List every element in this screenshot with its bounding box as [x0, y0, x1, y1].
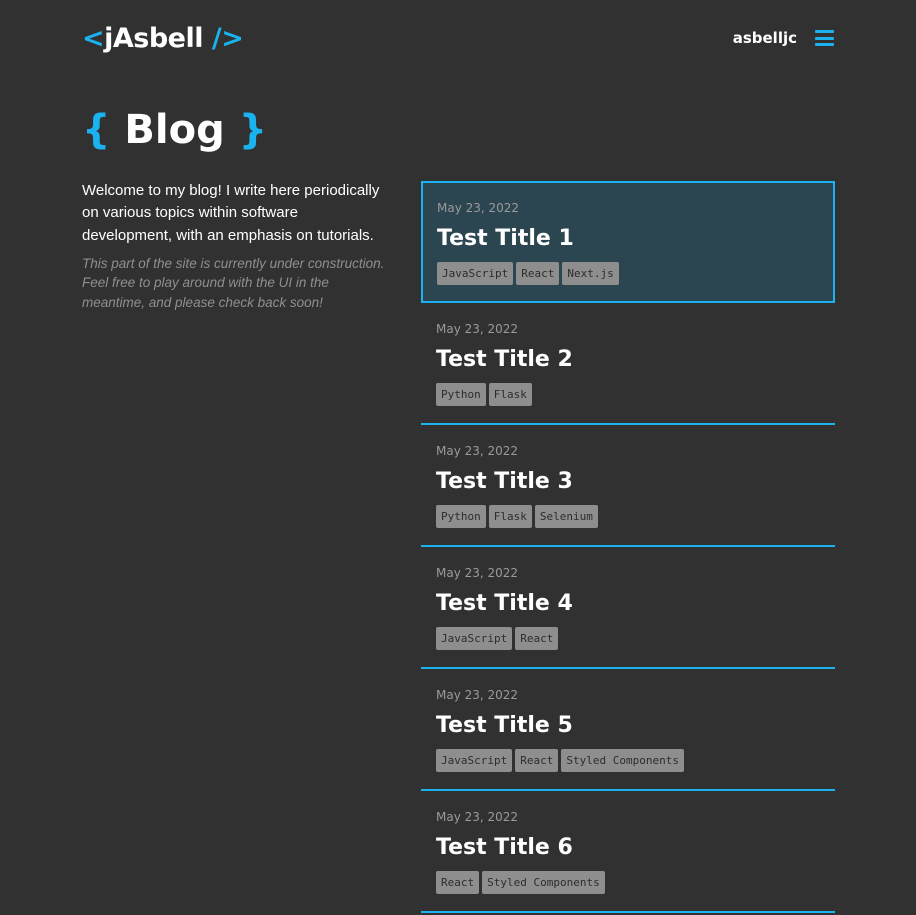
post-card[interactable]: May 23, 2022 Test Title 5 JavaScript React S…	[421, 669, 835, 791]
site-header: <jAsbell /> asbelljc	[82, 20, 834, 56]
post-title[interactable]: Test Title 5	[436, 712, 820, 740]
blog-intro: Welcome to my blog! I write here periodi…	[82, 180, 392, 312]
post-tags: JavaScript React Next.js	[437, 262, 819, 285]
header-right: asbelljc	[733, 29, 834, 47]
post-card[interactable]: May 23, 2022 Test Title 1 JavaScript React N…	[421, 181, 835, 303]
post-date: May 23, 2022	[437, 201, 520, 215]
post-card[interactable]: May 23, 2022 Test Title 2 Python Flask	[421, 303, 835, 425]
tag-badge[interactable]: JavaScript	[437, 262, 514, 285]
page-title: { Blog }	[82, 104, 267, 156]
post-list: May 23, 2022 Test Title 1 JavaScript React N…	[421, 181, 835, 913]
post-date: May 23, 2022	[436, 688, 519, 702]
post-tags: JavaScript React	[436, 627, 820, 650]
post-card[interactable]: May 23, 2022 Test Title 6 React Styled Comp…	[421, 791, 835, 913]
post-tags: Python Flask Selenium	[436, 505, 820, 528]
tag-badge[interactable]: Python	[436, 505, 486, 528]
tag-badge[interactable]: Styled Components	[482, 871, 605, 894]
tag-badge[interactable]: Flask	[488, 383, 532, 406]
construction-note: This part of the site is currently under…	[82, 255, 385, 310]
post-tags: Python Flask	[436, 383, 820, 406]
tag-badge[interactable]: React	[515, 627, 559, 650]
tag-badge[interactable]: Next.js	[562, 262, 619, 285]
hamburger-menu-icon[interactable]	[815, 30, 834, 46]
logo-open-bracket: <	[82, 22, 105, 54]
title-brace-open: {	[82, 107, 111, 153]
tag-badge[interactable]: React	[515, 749, 559, 772]
post-title[interactable]: Test Title 2	[436, 346, 820, 374]
site-logo[interactable]: <jAsbell />	[82, 22, 244, 54]
logo-close-tag: />	[211, 22, 244, 54]
post-card[interactable]: May 23, 2022 Test Title 3 Python Flask Selen…	[421, 425, 835, 547]
post-card[interactable]: May 23, 2022 Test Title 4 JavaScript React	[421, 547, 835, 669]
tag-badge[interactable]: React	[436, 871, 480, 894]
tag-badge[interactable]: Selenium	[534, 505, 598, 528]
tag-badge[interactable]: JavaScript	[436, 749, 513, 772]
post-tags: React Styled Components	[436, 871, 820, 894]
tag-badge[interactable]: Python	[436, 383, 486, 406]
post-date: May 23, 2022	[436, 810, 519, 824]
post-date: May 23, 2022	[436, 322, 519, 336]
post-tags: JavaScript React Styled Components	[436, 749, 820, 772]
tag-badge[interactable]: React	[516, 262, 560, 285]
post-title[interactable]: Test Title 4	[436, 590, 820, 618]
tag-badge[interactable]: Styled Components	[561, 749, 684, 772]
post-title[interactable]: Test Title 6	[436, 834, 820, 862]
tag-badge[interactable]: JavaScript	[436, 627, 513, 650]
logo-name: jAsbell	[104, 22, 203, 54]
title-text: Blog	[124, 107, 225, 153]
tag-badge[interactable]: Flask	[488, 505, 532, 528]
post-date: May 23, 2022	[436, 444, 519, 458]
intro-text: Welcome to my blog! I write here periodi…	[82, 182, 380, 244]
post-date: May 23, 2022	[436, 566, 519, 580]
post-title[interactable]: Test Title 3	[436, 468, 820, 496]
post-title[interactable]: Test Title 1	[437, 225, 819, 253]
title-brace-close: }	[238, 107, 268, 153]
username-link[interactable]: asbelljc	[733, 29, 797, 47]
